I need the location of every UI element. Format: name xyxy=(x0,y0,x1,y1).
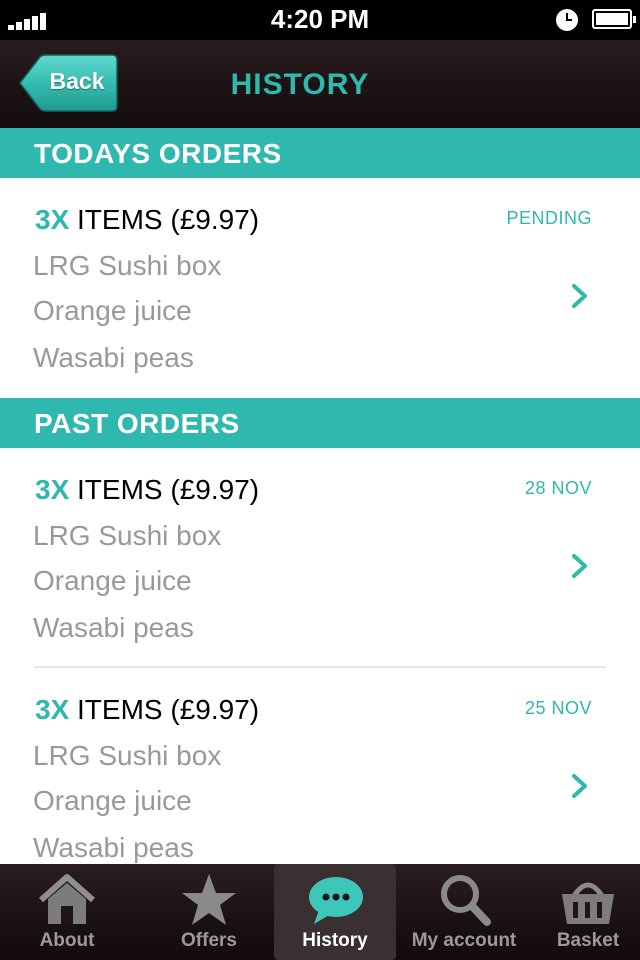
chevron-right-icon[interactable] xyxy=(570,552,590,580)
home-icon xyxy=(39,874,95,924)
order-total: ITEMS (£9.97) xyxy=(69,474,260,505)
chevron-right-icon[interactable] xyxy=(570,282,590,310)
tab-history[interactable]: History xyxy=(274,864,396,960)
order-date: 25 NOV xyxy=(524,698,592,718)
order-history-list[interactable]: TODAYS ORDERS 3X ITEMS (£9.97) PENDING L… xyxy=(0,128,640,864)
order-item: LRG Sushi box xyxy=(33,250,222,281)
basket-icon xyxy=(562,882,614,924)
order-date: 28 NOV xyxy=(524,478,592,498)
alarm-clock-icon xyxy=(556,9,578,31)
tab-label: History xyxy=(302,930,368,951)
order-item: Wasabi peas xyxy=(33,612,194,643)
order-row[interactable]: 3X ITEMS (£9.97) 25 NOV LRG Sushi box Or… xyxy=(0,668,640,864)
order-summary: 3X ITEMS (£9.97) xyxy=(35,204,259,236)
order-summary: 3X ITEMS (£9.97) xyxy=(35,474,259,506)
order-quantity: 3X xyxy=(35,204,70,235)
tab-about[interactable]: About xyxy=(3,864,131,960)
order-item: LRG Sushi box xyxy=(33,520,222,551)
order-summary: 3X ITEMS (£9.97) xyxy=(35,694,259,726)
order-item: Orange juice xyxy=(33,565,192,596)
navigation-bar: Back HISTORY xyxy=(0,40,640,128)
tab-label: Basket xyxy=(556,930,620,951)
tab-my-account[interactable]: My account xyxy=(400,864,528,960)
search-icon xyxy=(441,875,491,926)
page-title: HISTORY xyxy=(230,68,370,101)
order-item: Orange juice xyxy=(33,295,192,326)
chevron-right-icon[interactable] xyxy=(570,772,590,800)
tab-label: About xyxy=(39,930,95,951)
order-row[interactable]: 3X ITEMS (£9.97) 28 NOV LRG Sushi box Or… xyxy=(0,448,640,668)
order-item: Wasabi peas xyxy=(33,832,194,863)
tab-label: Offers xyxy=(181,930,237,951)
tab-label: My account xyxy=(411,930,517,951)
order-status: PENDING xyxy=(506,208,592,228)
order-quantity: 3X xyxy=(35,474,70,505)
section-header-todays-orders: TODAYS ORDERS xyxy=(0,128,640,178)
order-item: Orange juice xyxy=(33,785,192,816)
status-bar: 4:20 PM xyxy=(0,0,640,40)
tab-offers[interactable]: Offers xyxy=(145,864,273,960)
order-quantity: 3X xyxy=(35,694,70,725)
order-row[interactable]: 3X ITEMS (£9.97) PENDING LRG Sushi box O… xyxy=(0,178,640,398)
tab-basket[interactable]: Basket xyxy=(524,864,640,960)
star-icon xyxy=(182,874,236,925)
section-header-past-orders: PAST ORDERS xyxy=(0,398,640,448)
order-total: ITEMS (£9.97) xyxy=(69,204,260,235)
order-total: ITEMS (£9.97) xyxy=(69,694,260,725)
status-time: 4:20 PM xyxy=(270,4,370,34)
order-item: LRG Sushi box xyxy=(33,740,222,771)
order-item: Wasabi peas xyxy=(33,342,194,373)
chat-bubble-icon xyxy=(309,877,363,924)
battery-icon xyxy=(592,9,636,29)
tab-bar: About Offers History My account Basket xyxy=(0,864,640,960)
